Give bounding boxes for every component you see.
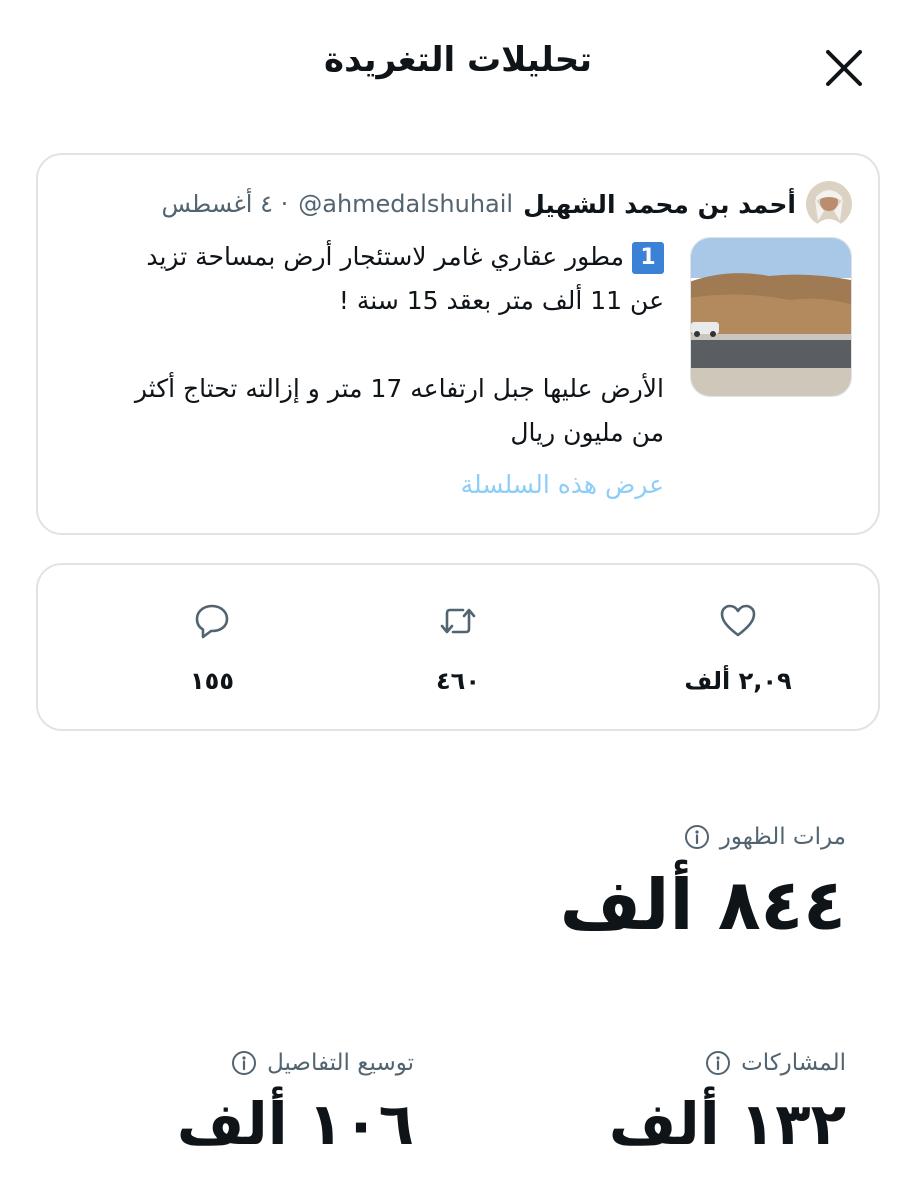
reply-icon[interactable] <box>192 601 232 641</box>
impressions-metric: مرات الظهور ٨٤٤ ألف <box>560 824 846 946</box>
engagements-value: ١٣٢ ألف <box>608 1090 846 1158</box>
avatar[interactable] <box>806 181 852 227</box>
header: تحليلات التغريدة <box>0 0 916 130</box>
thread-number-badge: 1 <box>632 242 664 274</box>
engagements-label: المشاركات <box>741 1050 846 1076</box>
likes-stat: ٢,٠٩ ألف <box>638 601 838 695</box>
info-icon[interactable] <box>705 1050 731 1076</box>
author-handle[interactable]: @ahmedalshuhail <box>298 190 513 218</box>
impressions-value: ٨٤٤ ألف <box>559 864 846 946</box>
retweets-stat: ٤٦٠ <box>358 601 558 695</box>
info-icon[interactable] <box>231 1050 257 1076</box>
author-name[interactable]: أحمد بن محمد الشهيل <box>523 190 796 219</box>
engagement-stats-card: ٢,٠٩ ألف ٤٦٠ ١٥٥ <box>36 563 880 731</box>
retweet-icon[interactable] <box>438 601 478 641</box>
tweet-line: 1 مطور عقاري غامر لاستئجار أرض بمساحة تزي… <box>64 235 664 279</box>
detail-expands-value: ١٠٦ ألف <box>176 1090 414 1158</box>
replies-stat: ١٥٥ <box>112 601 312 695</box>
impressions-label-row: مرات الظهور <box>560 824 846 850</box>
close-icon[interactable] <box>822 46 866 90</box>
detail-expands-label-row: توسيع التفاصيل <box>177 1050 414 1076</box>
engagements-label-row: المشاركات <box>609 1050 846 1076</box>
heart-icon[interactable] <box>718 601 758 641</box>
tweet-line: الأرض عليها جبل ارتفاعه 17 متر و إزالته … <box>134 374 664 403</box>
tweet-image[interactable] <box>690 237 852 397</box>
replies-count: ١٥٥ <box>190 667 234 695</box>
impressions-label: مرات الظهور <box>719 824 846 850</box>
info-icon[interactable] <box>684 824 710 850</box>
detail-expands-metric: توسيع التفاصيل ١٠٦ ألف <box>177 1050 414 1158</box>
likes-count: ٢,٠٩ ألف <box>684 667 792 695</box>
engagements-metric: المشاركات ١٣٢ ألف <box>609 1050 846 1158</box>
tweet-author-row: أحمد بن محمد الشهيل @ahmedalshuhail · ٤ … <box>162 181 852 227</box>
tweet-date[interactable]: · ٤ أغسطس <box>162 190 289 218</box>
page-title: تحليلات التغريدة <box>324 40 592 80</box>
tweet-line: عن 11 ألف متر بعقد 15 سنة ! <box>338 286 664 315</box>
tweet-text: 1 مطور عقاري غامر لاستئجار أرض بمساحة تزي… <box>64 235 664 455</box>
detail-expands-label: توسيع التفاصيل <box>267 1050 414 1076</box>
tweet-line: من مليون ريال <box>510 418 664 447</box>
tweet-line-text: مطور عقاري غامر لاستئجار أرض بمساحة تزيد <box>146 242 624 271</box>
tweet-card[interactable]: أحمد بن محمد الشهيل @ahmedalshuhail · ٤ … <box>36 153 880 535</box>
retweets-count: ٤٦٠ <box>436 667 480 695</box>
show-thread-link[interactable]: عرض هذه السلسلة <box>461 470 664 499</box>
